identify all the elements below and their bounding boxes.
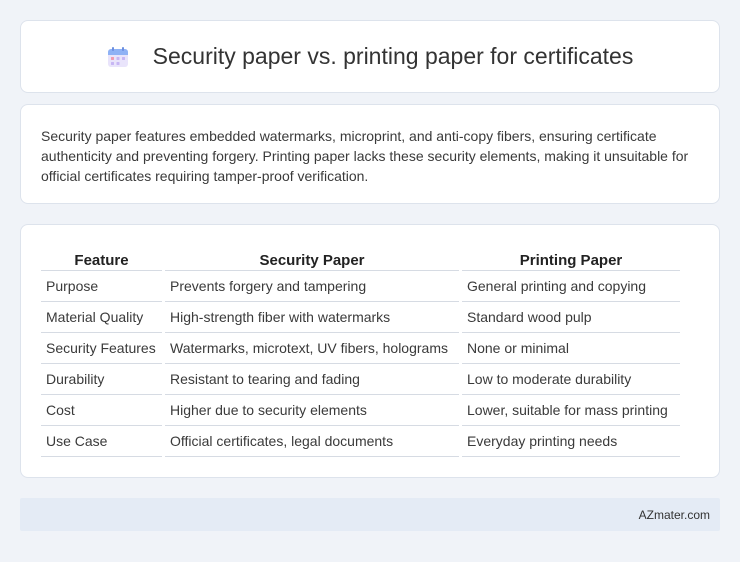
header-feature: Feature (41, 245, 162, 271)
cell-feature: Purpose (41, 271, 162, 302)
cell-feature: Durability (41, 364, 162, 395)
calendar-icon (107, 46, 129, 68)
page-title: Security paper vs. printing paper for ce… (152, 43, 634, 69)
table-row: Purpose Prevents forgery and tampering G… (41, 271, 680, 302)
cell-security: Official certificates, legal documents (165, 426, 459, 457)
cell-printing: Low to moderate durability (462, 364, 680, 395)
comparison-table: Feature Security Paper Printing Paper Pu… (38, 245, 683, 457)
table-header-row: Feature Security Paper Printing Paper (41, 245, 680, 271)
footer-brand[interactable]: AZmater.com (639, 508, 710, 522)
cell-feature: Use Case (41, 426, 162, 457)
header-printing-paper: Printing Paper (462, 245, 680, 271)
table-row: Material Quality High-strength fiber wit… (41, 302, 680, 333)
cell-feature: Security Features (41, 333, 162, 364)
cell-security: High-strength fiber with watermarks (165, 302, 459, 333)
table-row: Use Case Official certificates, legal do… (41, 426, 680, 457)
cell-printing: Lower, suitable for mass printing (462, 395, 680, 426)
cell-printing: Everyday printing needs (462, 426, 680, 457)
table-row: Security Features Watermarks, microtext,… (41, 333, 680, 364)
cell-printing: Standard wood pulp (462, 302, 680, 333)
header-security-paper: Security Paper (165, 245, 459, 271)
cell-security: Watermarks, microtext, UV fibers, hologr… (165, 333, 459, 364)
table-row: Durability Resistant to tearing and fadi… (41, 364, 680, 395)
table-row: Cost Higher due to security elements Low… (41, 395, 680, 426)
summary-card: Security paper features embedded waterma… (20, 104, 720, 204)
cell-security: Resistant to tearing and fading (165, 364, 459, 395)
cell-printing: General printing and copying (462, 271, 680, 302)
footer-bar: AZmater.com (20, 498, 720, 531)
title-card: Security paper vs. printing paper for ce… (20, 20, 720, 93)
cell-security: Higher due to security elements (165, 395, 459, 426)
comparison-table-card: Feature Security Paper Printing Paper Pu… (20, 224, 720, 478)
cell-feature: Material Quality (41, 302, 162, 333)
cell-feature: Cost (41, 395, 162, 426)
cell-security: Prevents forgery and tampering (165, 271, 459, 302)
summary-text: Security paper features embedded waterma… (41, 128, 689, 184)
cell-printing: None or minimal (462, 333, 680, 364)
